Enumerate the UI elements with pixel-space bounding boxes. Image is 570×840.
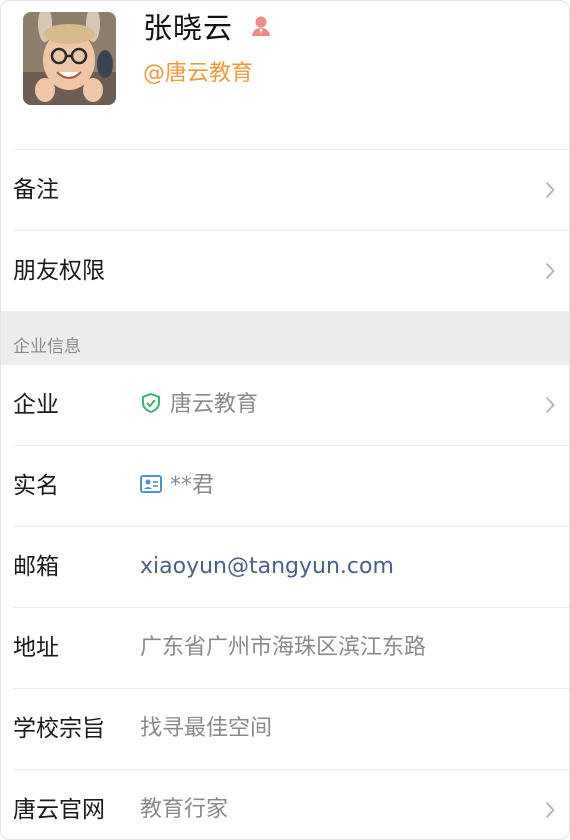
contact-profile-card: 张晓云 @唐云教育 备注 朋友权限 企业信息 企业 唐云教育 实名 **君 邮箱…: [0, 0, 570, 840]
id-card-icon: [140, 475, 162, 493]
section-header-enterprise: 企业信息: [1, 311, 569, 365]
row-address: 地址 广东省广州市海珠区滨江东路: [13, 607, 569, 688]
real-name-value: **君: [170, 473, 215, 498]
website-label: 唐云官网: [13, 797, 105, 823]
profile-header: 张晓云 @唐云教育: [1, 1, 569, 149]
avatar[interactable]: [23, 12, 116, 105]
row-friend-permissions[interactable]: 朋友权限: [13, 230, 569, 311]
row-motto: 学校宗旨 找寻最佳空间: [13, 688, 569, 769]
address-value: 广东省广州市海珠区滨江东路: [140, 635, 427, 660]
address-label: 地址: [13, 635, 59, 661]
remark-label: 备注: [13, 177, 59, 203]
real-name-label: 实名: [13, 473, 59, 499]
motto-label: 学校宗旨: [13, 716, 105, 742]
website-value: 教育行家: [140, 797, 229, 822]
row-remark[interactable]: 备注: [13, 149, 569, 230]
row-company[interactable]: 企业 唐云教育: [13, 365, 569, 445]
company-value-wrap: 唐云教育: [140, 365, 258, 445]
row-real-name: 实名 **君: [13, 445, 569, 526]
chevron-right-icon: [545, 801, 555, 819]
row-website[interactable]: 唐云官网 教育行家: [13, 769, 569, 839]
chevron-right-icon: [545, 181, 555, 199]
friend-permissions-label: 朋友权限: [13, 258, 105, 284]
company-label: 企业: [13, 392, 59, 418]
row-email[interactable]: 邮箱 xiaoyun@tangyun.com: [13, 526, 569, 607]
company-handle[interactable]: @唐云教育: [143, 55, 253, 87]
shield-check-icon: [142, 392, 160, 414]
chevron-right-icon: [545, 396, 555, 414]
motto-value: 找寻最佳空间: [140, 716, 273, 741]
company-value: 唐云教育: [170, 392, 259, 417]
email-link[interactable]: xiaoyun@tangyun.com: [140, 527, 394, 607]
real-name-value-wrap: **君: [140, 446, 214, 526]
female-person-icon: [252, 16, 270, 36]
chevron-right-icon: [545, 262, 555, 280]
email-label: 邮箱: [13, 554, 59, 580]
contact-name: 张晓云: [143, 11, 234, 45]
